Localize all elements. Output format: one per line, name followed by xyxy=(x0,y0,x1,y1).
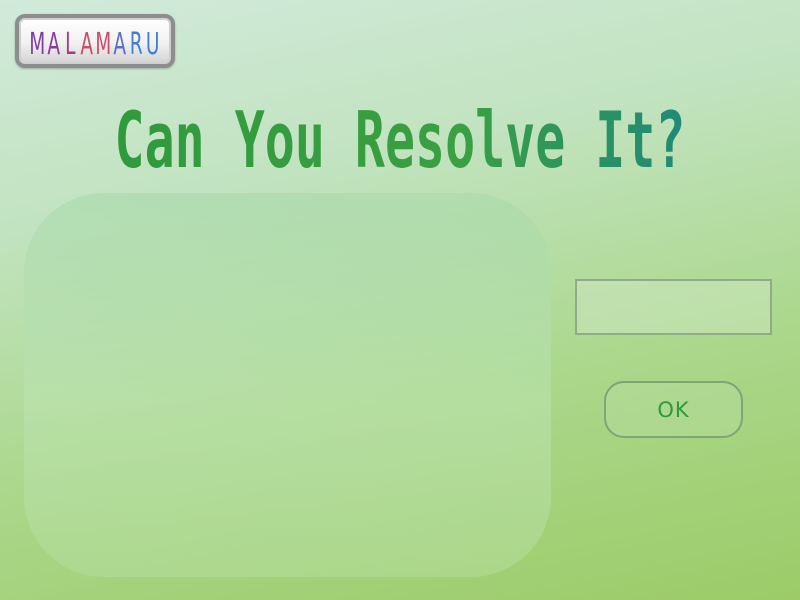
logo-letter: A xyxy=(113,26,126,61)
logo-wordmark: MALAMARU xyxy=(29,26,160,61)
logo-letter: M xyxy=(95,26,111,61)
logo-letter: M xyxy=(29,26,45,61)
answer-input[interactable] xyxy=(575,279,772,335)
logo-letter: A xyxy=(80,26,93,61)
logo-letter: U xyxy=(146,26,160,61)
content-panel xyxy=(24,193,551,577)
malamaru-logo[interactable]: MALAMARU xyxy=(15,14,175,68)
logo-letter: L xyxy=(65,26,75,61)
page-title-text: Can You Resolve It? xyxy=(115,96,686,187)
logo-letter: R xyxy=(130,26,143,61)
page-title: Can You Resolve It? xyxy=(0,70,800,190)
ok-button[interactable]: OK xyxy=(604,381,743,438)
logo-letter: A xyxy=(47,26,60,61)
